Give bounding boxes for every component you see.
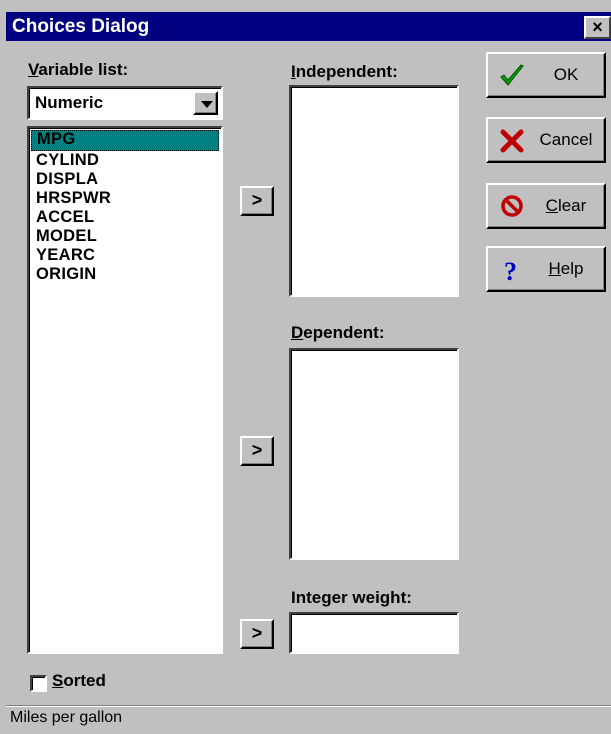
integer-weight-field[interactable]: [289, 612, 459, 654]
window-title: Choices Dialog: [12, 16, 150, 37]
list-item[interactable]: ACCEL: [31, 208, 219, 227]
list-item[interactable]: MPG: [31, 130, 219, 151]
variable-type-value: Numeric: [35, 93, 104, 112]
add-dependent-button[interactable]: >: [240, 436, 274, 466]
status-text: Miles per gallon: [10, 709, 123, 726]
list-item[interactable]: DISPLA: [31, 170, 219, 189]
close-button[interactable]: ×: [584, 16, 611, 39]
dependent-listbox[interactable]: [289, 348, 459, 560]
ok-label: OK: [553, 65, 579, 84]
ok-button[interactable]: OK: [486, 52, 606, 98]
variable-list-label: Variable list:: [28, 60, 129, 79]
list-item[interactable]: ORIGIN: [31, 265, 219, 284]
independent-listbox[interactable]: [289, 85, 459, 297]
dependent-label: Dependent:: [291, 323, 385, 342]
add-independent-button[interactable]: >: [240, 186, 274, 216]
help-button[interactable]: ? Help: [486, 246, 606, 292]
checkmark-icon: [500, 64, 524, 86]
cancel-label: Cancel: [539, 130, 593, 149]
x-icon: [500, 129, 524, 153]
cancel-button[interactable]: Cancel: [486, 117, 606, 163]
list-item[interactable]: MODEL: [31, 227, 219, 246]
integer-weight-label: Integer weight:: [291, 588, 412, 607]
help-label: Help: [548, 259, 584, 278]
list-item[interactable]: YEARC: [31, 246, 219, 265]
variable-listbox[interactable]: MPG CYLIND DISPLA HRSPWR ACCEL MODEL YEA…: [27, 126, 223, 654]
add-weight-button[interactable]: >: [240, 619, 274, 649]
dropdown-arrow-icon[interactable]: [193, 91, 218, 115]
sorted-checkbox[interactable]: [30, 675, 47, 692]
svg-text:?: ?: [504, 257, 517, 284]
independent-label: Independent:: [291, 62, 398, 81]
no-sign-icon: [501, 195, 523, 217]
question-icon: ?: [504, 257, 517, 284]
clear-button[interactable]: Clear: [486, 183, 606, 229]
clear-label: Clear: [545, 196, 587, 215]
list-item[interactable]: HRSPWR: [31, 189, 219, 208]
list-item[interactable]: CYLIND: [31, 151, 219, 170]
sorted-label: Sorted: [52, 671, 106, 690]
